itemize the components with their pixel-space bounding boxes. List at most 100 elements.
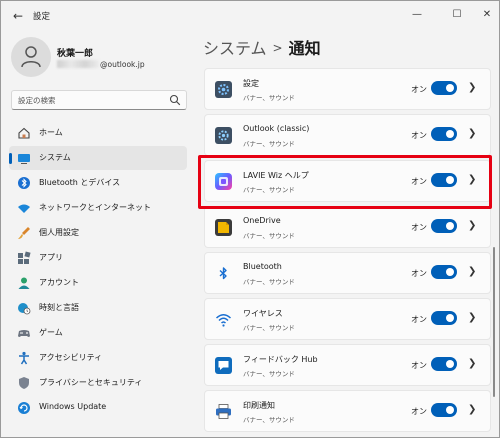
notification-toggle[interactable] (431, 127, 457, 141)
title-bar: ← 設定 — ☐ ✕ (1, 1, 499, 31)
app-row-bluetooth[interactable]: Bluetooth バナー、サウンド オン ❯ (204, 252, 491, 294)
sidebar-item-accounts[interactable]: アカウント (9, 271, 187, 295)
toggle-state-label: オン (411, 177, 427, 186)
apps-icon (18, 251, 31, 264)
app-row-feedback-hub[interactable]: フィードバック Hub バナー、サウンド オン ❯ (204, 344, 491, 386)
sidebar-item-label: Windows Update (39, 402, 107, 411)
toggle-state-label: オン (411, 361, 427, 370)
app-row-print-notifications[interactable]: 印刷通知 バナー、サウンド オン ❯ (204, 390, 491, 432)
toggle-knob (446, 176, 454, 184)
toggle-state-label: オン (411, 315, 427, 324)
globe-clock-icon (18, 303, 31, 315)
lavie-wiz-icon (215, 173, 232, 190)
app-row-lavie-wiz-help[interactable]: LAVIE Wiz ヘルプ バナー、サウンド オン ❯ (204, 160, 491, 202)
chevron-right-icon[interactable]: ❯ (468, 220, 476, 231)
sidebar-item-accessibility[interactable]: アクセシビリティ (9, 346, 187, 370)
app-name: 設定 (243, 79, 259, 88)
sidebar-item-label: プライバシーとセキュリティ (39, 378, 143, 387)
sidebar-item-windows-update[interactable]: Windows Update (9, 396, 187, 420)
notification-toggle[interactable] (431, 173, 457, 187)
toggle-state-label: オン (411, 407, 427, 416)
close-icon[interactable]: ✕ (472, 5, 499, 25)
notification-toggle[interactable] (431, 219, 457, 233)
home-icon (18, 127, 30, 139)
sidebar-item-system[interactable]: システム (9, 146, 187, 170)
sidebar-item-home[interactable]: ホーム (9, 121, 187, 145)
chevron-right-icon[interactable]: ❯ (468, 404, 476, 415)
toggle-knob (446, 406, 454, 414)
notification-toggle[interactable] (431, 311, 457, 325)
sidebar-item-label: システム (39, 153, 71, 162)
settings-window: ← 設定 — ☐ ✕ 秋葉一郎 @outlook.jp ホーム (0, 0, 500, 438)
toggle-knob (446, 130, 454, 138)
chevron-right-icon[interactable]: ❯ (468, 128, 476, 139)
app-notification-types: バナー、サウンド (243, 416, 295, 424)
sidebar-item-label: アプリ (39, 253, 63, 262)
search-input[interactable] (18, 94, 168, 107)
feedback-hub-icon (215, 357, 232, 374)
sidebar-item-network[interactable]: ネットワークとインターネット (9, 196, 187, 220)
back-arrow-icon[interactable]: ← (9, 7, 27, 25)
window-title: 設定 (33, 12, 51, 22)
sidebar-item-label: ネットワークとインターネット (39, 203, 151, 212)
app-name: LAVIE Wiz ヘルプ (243, 171, 309, 180)
sidebar-item-privacy[interactable]: プライバシーとセキュリティ (9, 371, 187, 395)
chevron-right-icon[interactable]: ❯ (468, 82, 476, 93)
app-notification-types: バナー、サウンド (243, 370, 295, 378)
minimize-icon[interactable]: — (402, 5, 432, 25)
bluetooth-icon (219, 267, 227, 280)
app-notification-types: バナー、サウンド (243, 324, 295, 332)
notification-toggle[interactable] (431, 357, 457, 371)
app-notification-types: バナー、サウンド (243, 94, 295, 102)
search-icon[interactable] (169, 94, 181, 106)
chevron-right-icon[interactable]: ❯ (468, 266, 476, 277)
app-name: OneDrive (243, 216, 281, 225)
toggle-knob (446, 360, 454, 368)
sidebar-item-label: ゲーム (39, 328, 63, 337)
toggle-state-label: オン (411, 223, 427, 232)
app-row-outlook[interactable]: Outlook (classic) バナー、サウンド オン ❯ (204, 114, 491, 156)
search-box[interactable] (11, 90, 187, 110)
sidebar-item-time-language[interactable]: 時刻と言語 (9, 296, 187, 320)
app-name: Outlook (classic) (243, 124, 310, 133)
notification-toggle[interactable] (431, 403, 457, 417)
gear-icon (215, 81, 232, 98)
chevron-right-icon[interactable]: ❯ (468, 358, 476, 369)
onedrive-icon (215, 219, 232, 236)
app-notification-list: 設定 バナー、サウンド オン ❯ Outlook (classic) バナー、サ… (204, 68, 491, 436)
user-email: @outlook.jp (57, 60, 145, 69)
sidebar-item-label: Bluetooth とデバイス (39, 178, 121, 187)
chevron-right-icon[interactable]: ❯ (468, 174, 476, 185)
app-name: Bluetooth (243, 262, 282, 271)
toggle-knob (446, 222, 454, 230)
maximize-icon[interactable]: ☐ (442, 5, 472, 25)
chevron-right-icon[interactable]: ❯ (468, 312, 476, 323)
scrollbar[interactable] (493, 247, 495, 397)
app-row-settings[interactable]: 設定 バナー、サウンド オン ❯ (204, 68, 491, 110)
sidebar-item-label: 時刻と言語 (39, 303, 79, 312)
sidebar-nav: ホーム システム Bluetooth とデバイス ネットワークとインターネット (9, 121, 187, 421)
shield-icon (19, 377, 29, 389)
wifi-icon (18, 204, 30, 213)
app-row-onedrive[interactable]: OneDrive バナー、サウンド オン ❯ (204, 206, 491, 248)
sidebar-item-bluetooth[interactable]: Bluetooth とデバイス (9, 171, 187, 195)
sidebar-item-personalization[interactable]: 個人用設定 (9, 221, 187, 245)
bluetooth-icon (18, 177, 30, 189)
brush-icon (18, 227, 30, 239)
notification-toggle[interactable] (431, 265, 457, 279)
breadcrumb-parent[interactable]: システム (203, 39, 267, 58)
app-notification-types: バナー、サウンド (243, 278, 295, 286)
sidebar-item-label: ホーム (39, 128, 63, 137)
sidebar-item-apps[interactable]: アプリ (9, 246, 187, 270)
user-profile[interactable]: 秋葉一郎 @outlook.jp (11, 37, 201, 79)
app-row-wireless[interactable]: ワイヤレス バナー、サウンド オン ❯ (204, 298, 491, 340)
toggle-knob (446, 314, 454, 322)
page-title: 通知 (288, 39, 321, 58)
notification-toggle[interactable] (431, 81, 457, 95)
sidebar-item-label: アクセシビリティ (39, 353, 103, 362)
sidebar-item-gaming[interactable]: ゲーム (9, 321, 187, 345)
windows-update-icon (18, 402, 30, 414)
account-icon (18, 277, 30, 289)
toggle-state-label: オン (411, 131, 427, 140)
app-notification-types: バナー、サウンド (243, 186, 295, 194)
